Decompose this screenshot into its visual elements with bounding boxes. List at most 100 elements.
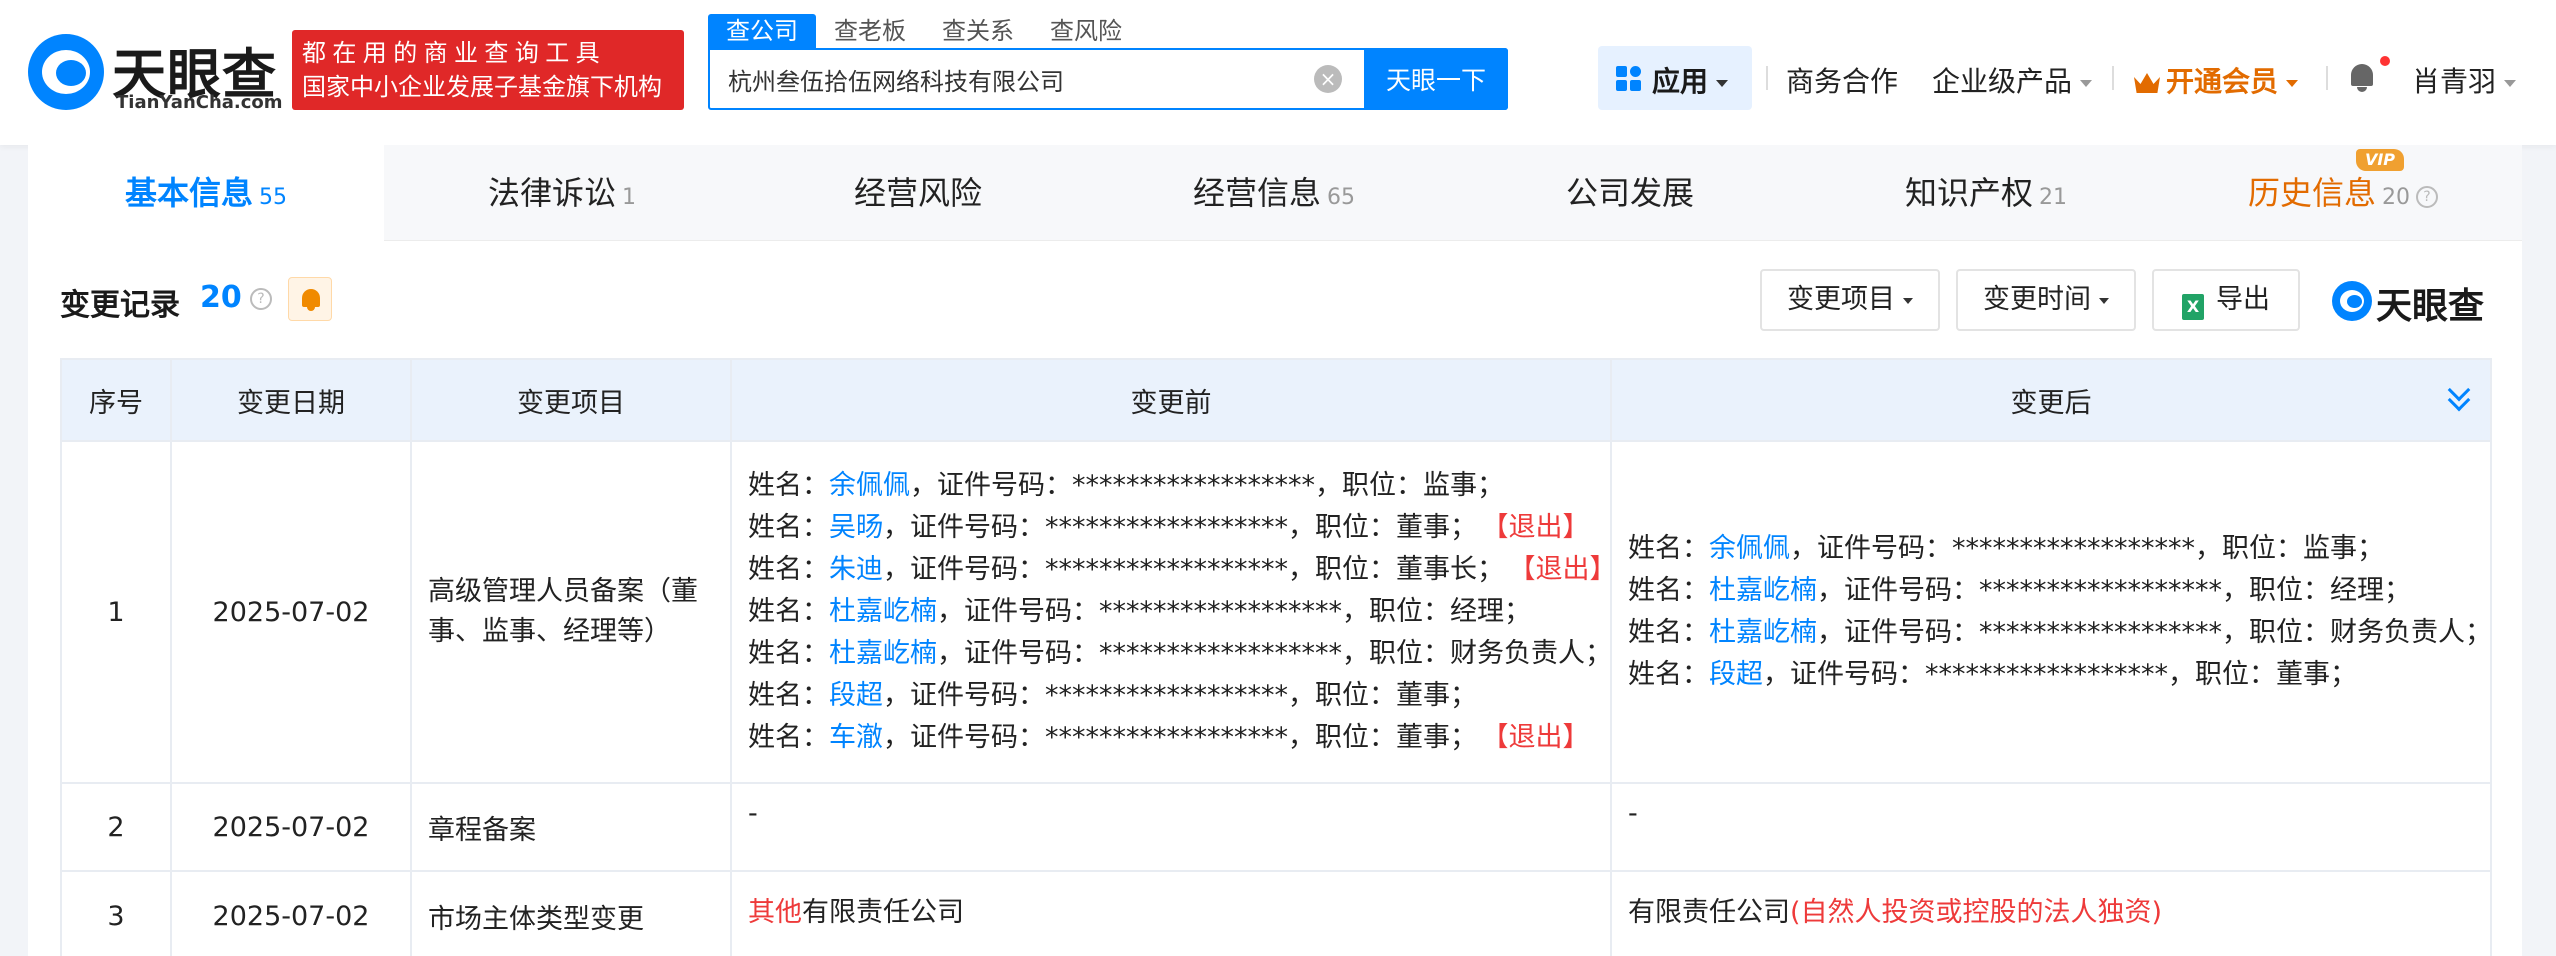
search-tab-company[interactable]: 查公司 [708,14,816,48]
tab-business-info[interactable]: 经营信息65 [1096,145,1452,241]
diff-highlight: 其他 [748,897,802,928]
person-name-link[interactable]: 车澈 [829,722,883,753]
tab-business-risk[interactable]: 经营风险 [740,145,1096,241]
nav-open-vip[interactable]: 开通会员 [2134,60,2298,100]
name-label: 姓名： [748,638,829,669]
position-label: ，职位：财务负责人； [1342,638,1612,669]
chevron-down-icon [2504,80,2516,87]
cell-item: 章程备案 [411,783,731,871]
export-button[interactable]: X导出 [2152,269,2300,331]
search-tab-risk[interactable]: 查风险 [1032,14,1140,48]
user-menu[interactable]: 肖青羽 [2412,60,2516,100]
search-tab-boss[interactable]: 查老板 [816,14,924,48]
search-input[interactable] [712,52,1362,106]
nav-business-cooperation[interactable]: 商务合作 [1786,60,1898,100]
id-label: ，证件号码：****************** [910,470,1315,501]
chevron-down-icon [2080,80,2092,87]
name-label: 姓名： [748,554,829,585]
id-label: ，证件号码：****************** [937,638,1342,669]
col-header-no: 序号 [61,359,171,441]
position-label: ，职位：经理； [2222,575,2411,606]
id-label: ，证件号码：****************** [1817,575,2222,606]
cell-item: 市场主体类型变更 [411,871,731,956]
tab-basic-info[interactable]: 基本信息55 [28,145,384,241]
tab-ip[interactable]: 知识产权21 [1808,145,2164,241]
position-label: ，职位：经理； [1342,596,1531,627]
position-label: ，职位：监事； [1315,470,1504,501]
unread-dot [2380,56,2390,66]
person-line: 姓名：车澈，证件号码：******************，职位：董事；【退出】 [748,717,1598,759]
filter-change-item[interactable]: 变更项目 [1760,269,1940,331]
chevron-down-icon [2099,298,2109,304]
col-header-date: 变更日期 [171,359,411,441]
person-name-link[interactable]: 吴旸 [829,512,883,543]
notification-bell-icon[interactable] [2348,62,2376,92]
person-name-link[interactable]: 杜嘉屹楠 [1709,617,1817,648]
person-line: 姓名：段超，证件号码：******************，职位：董事； [748,675,1598,717]
before-person-list: 姓名：余佩佩，证件号码：******************，职位：监事；姓名：… [748,465,1598,759]
search-button[interactable]: 天眼一下 [1364,48,1508,110]
monitor-bell-button[interactable] [288,277,332,321]
nav-enterprise-products[interactable]: 企业级产品 [1932,60,2092,100]
position-label: ，职位：董事； [1288,512,1477,543]
person-name-link[interactable]: 杜嘉屹楠 [1709,575,1817,606]
table-header-row: 序号 变更日期 变更项目 变更前 变更后 [61,359,2491,441]
diff-text: 有限责任公司 [802,897,964,928]
search-box: × 天眼一下 [708,48,1508,110]
tab-history[interactable]: 历史信息20? [2164,145,2522,241]
position-label: ，职位：董事； [1288,722,1477,753]
exit-tag: 【退出】 [1495,722,1590,753]
app-menu-button[interactable]: 应用 [1598,46,1752,110]
person-name-link[interactable]: 杜嘉屹楠 [829,596,937,627]
col-header-after-label: 变更后 [2011,388,2092,419]
position-label: ，职位：董事； [1288,680,1477,711]
person-name-link[interactable]: 杜嘉屹楠 [829,638,937,669]
cell-before: 其他有限责任公司 [731,871,1611,956]
person-name-link[interactable]: 段超 [829,680,883,711]
position-label: ，职位：董事长； [1288,554,1504,585]
app-menu-label: 应用 [1652,65,1708,98]
person-line: 姓名：杜嘉屹楠，证件号码：******************，职位：财务负责人… [748,633,1598,675]
name-label: 姓名： [1628,659,1709,690]
position-label: ，职位：财务负责人； [2222,617,2492,648]
cell-no: 3 [61,871,171,956]
eye-logo-icon [2332,281,2372,321]
company-detail-card: 基本信息55 法律诉讼1 经营风险 经营信息65 公司发展 知识产权21 历史信… [28,145,2522,956]
id-label: ，证件号码：****************** [883,512,1288,543]
tianyancha-logo[interactable]: 天眼查 TianYanCha.com [28,30,278,110]
detail-tabs: 基本信息55 法律诉讼1 经营风险 经营信息65 公司发展 知识产权21 历史信… [28,145,2522,241]
app-grid-icon [1616,66,1642,92]
help-icon[interactable]: ? [250,288,272,310]
tab-label: 知识产权 [1905,174,2033,212]
col-header-item: 变更项目 [411,359,731,441]
person-name-link[interactable]: 段超 [1709,659,1763,690]
nav-divider [2326,66,2328,90]
tab-development[interactable]: 公司发展 [1452,145,1808,241]
cell-date: 2025-07-02 [171,783,411,871]
person-line: 姓名：杜嘉屹楠，证件号码：******************，职位：财务负责人… [1628,612,2478,654]
search-tab-relation[interactable]: 查关系 [924,14,1032,48]
person-line: 姓名：杜嘉屹楠，证件号码：******************，职位：经理； [1628,570,2478,612]
person-name-link[interactable]: 朱迪 [829,554,883,585]
nav-divider [2112,66,2114,90]
section-count: 20 [200,280,242,315]
chevron-down-icon [1716,80,1728,87]
name-label: 姓名： [748,680,829,711]
name-label: 姓名： [1628,617,1709,648]
table-row: 1 2025-07-02 高级管理人员备案（董事、监事、经理等） 姓名：余佩佩，… [61,441,2491,783]
help-icon[interactable]: ? [2416,186,2438,208]
tab-legal[interactable]: 法律诉讼1 [384,145,740,241]
cell-date: 2025-07-02 [171,871,411,956]
position-label: ，职位：董事； [2168,659,2357,690]
filter-change-time[interactable]: 变更时间 [1956,269,2136,331]
logo-domain: TianYanCha.com [116,92,283,113]
person-name-link[interactable]: 余佩佩 [1709,533,1790,564]
user-name: 肖青羽 [2412,65,2496,98]
slogan-line-2: 国家中小企业发展子基金旗下机构 [302,70,674,104]
person-name-link[interactable]: 余佩佩 [829,470,910,501]
expand-icon[interactable] [2448,384,2472,414]
clear-icon[interactable]: × [1314,65,1342,93]
cell-after: - [1611,783,2491,871]
person-line: 姓名：余佩佩，证件号码：******************，职位：监事； [748,465,1598,507]
tab-count: 55 [259,185,287,210]
